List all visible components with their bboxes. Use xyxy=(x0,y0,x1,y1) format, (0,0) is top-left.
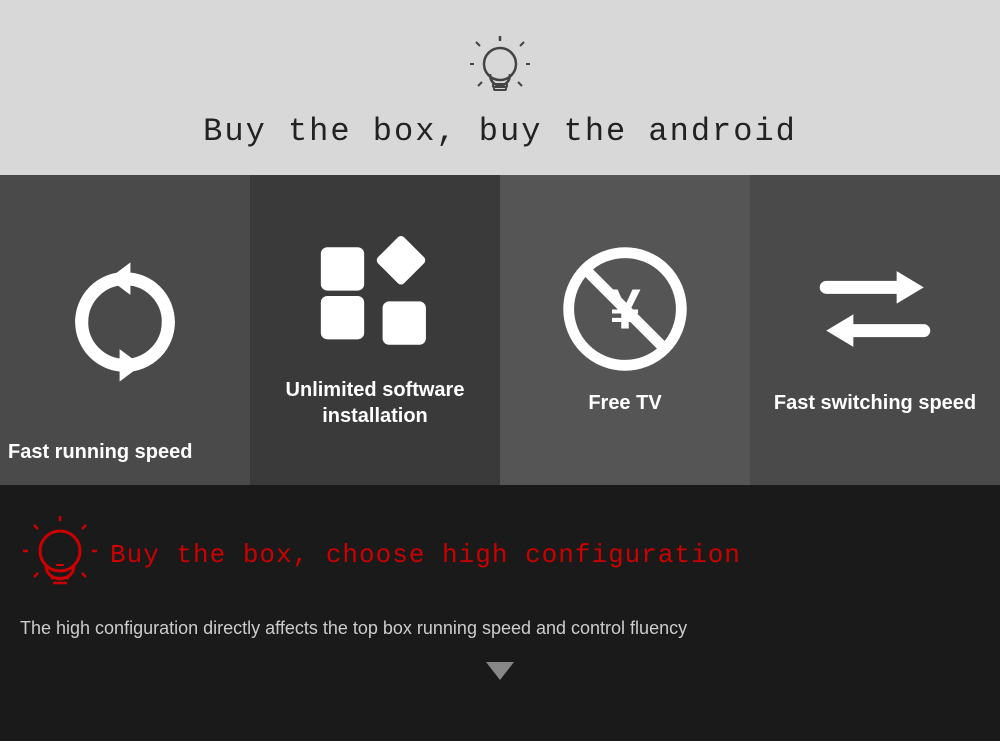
bottom-tagline: Buy the box, choose high configuration xyxy=(110,540,741,570)
sync-icon xyxy=(60,257,190,387)
bulb-icon-bottom xyxy=(20,515,100,595)
switch-icon xyxy=(810,244,940,374)
top-section: Buy the box, buy the android xyxy=(0,0,1000,175)
no-yen-icon: ¥ xyxy=(560,244,690,374)
feature-free-tv-label: Free TV xyxy=(588,390,661,416)
bottom-section: Buy the box, choose high configuration T… xyxy=(0,485,1000,741)
feature-fast-running-label: Fast running speed xyxy=(0,439,250,465)
apps-icon xyxy=(310,231,440,361)
feature-unlimited-software-label: Unlimited software installation xyxy=(260,377,490,429)
arrow-down-icon xyxy=(486,662,514,680)
feature-unlimited-software: Unlimited software installation xyxy=(250,175,500,485)
bottom-description: The high configuration directly affects … xyxy=(20,615,980,642)
bottom-arrow xyxy=(20,662,980,680)
feature-fast-running: Fast running speed xyxy=(0,175,250,485)
bottom-tagline-row: Buy the box, choose high configuration xyxy=(20,515,741,595)
feature-fast-switching-label: Fast switching speed xyxy=(774,390,976,416)
features-section: Fast running speed Unlimited software in… xyxy=(0,175,1000,485)
feature-free-tv: ¥ Free TV xyxy=(500,175,750,485)
bulb-icon-top xyxy=(470,36,530,105)
top-tagline: Buy the box, buy the android xyxy=(203,113,797,150)
feature-fast-switching: Fast switching speed xyxy=(750,175,1000,485)
